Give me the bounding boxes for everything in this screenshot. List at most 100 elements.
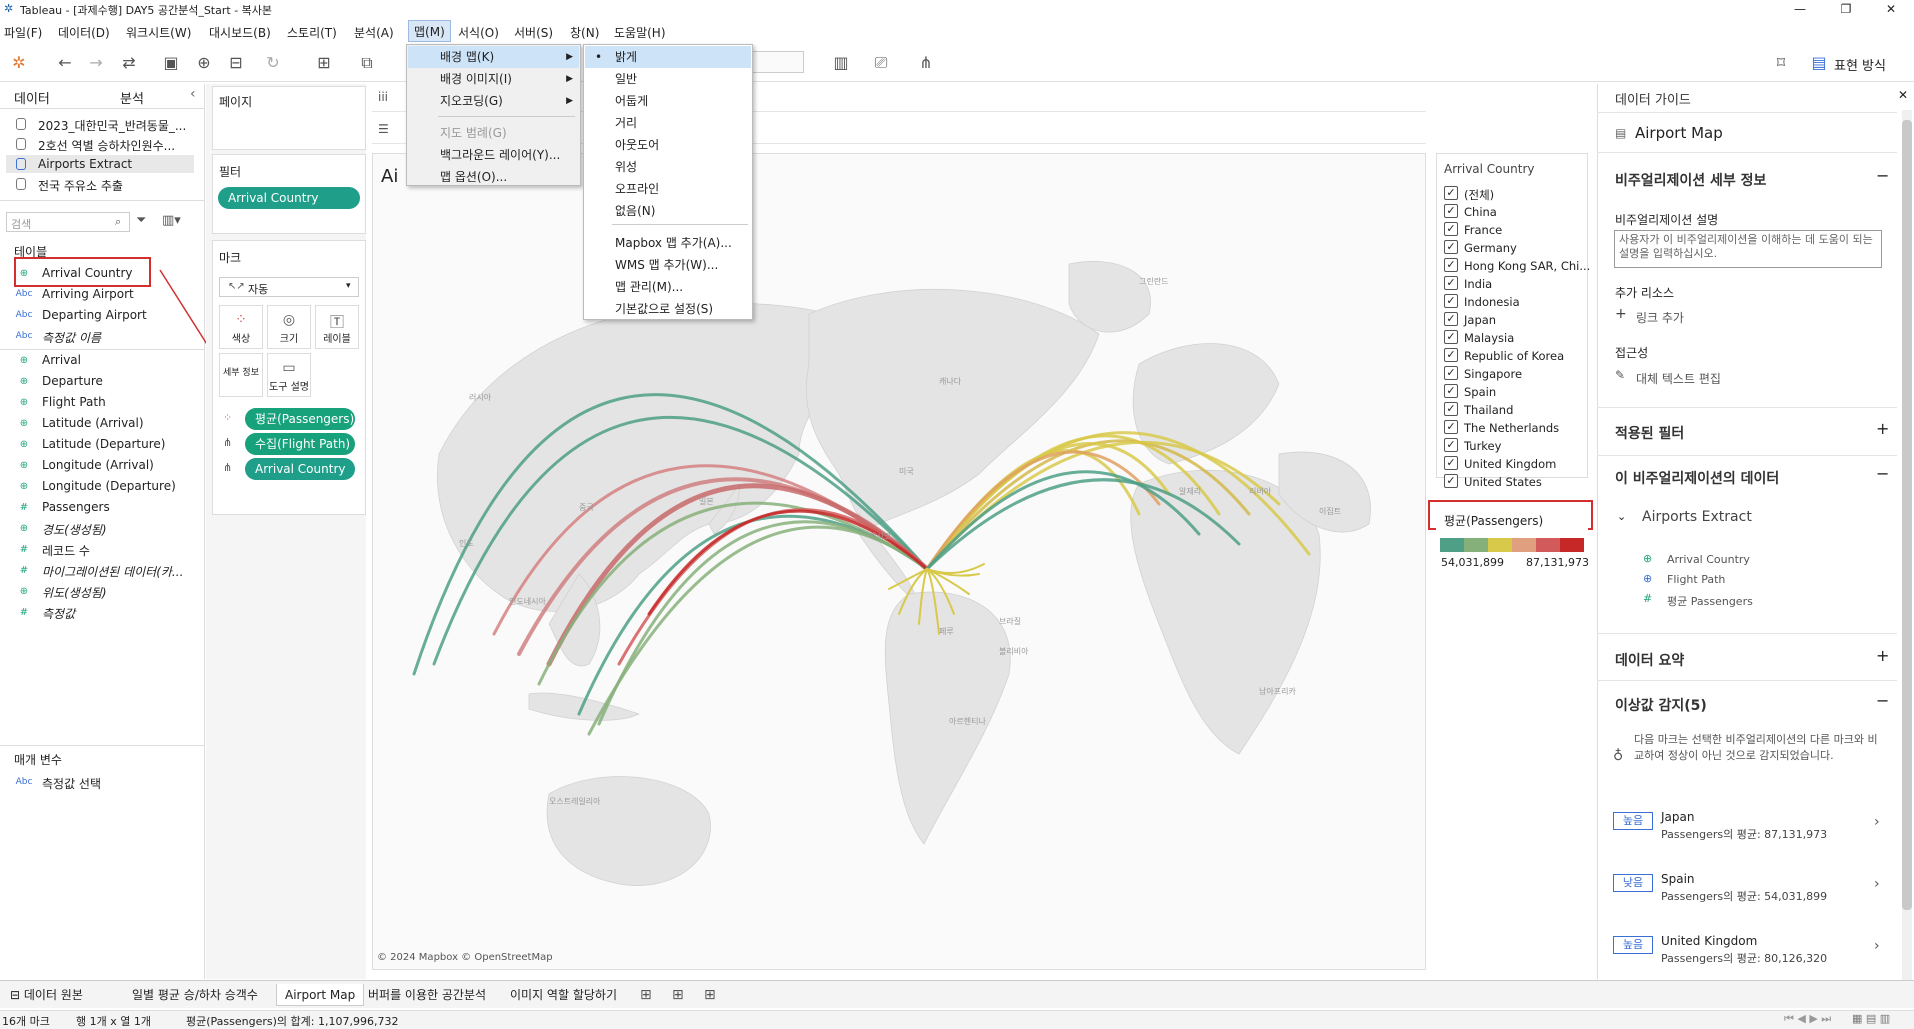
new-worksheet-icon[interactable]: ⊞: [640, 987, 652, 1003]
menu-server[interactable]: 서버(S): [514, 24, 553, 41]
filter-item[interactable]: France: [1464, 223, 1502, 237]
label-button[interactable]: 🅃 레이블: [315, 305, 359, 349]
field-item[interactable]: Departure: [42, 374, 103, 388]
close-window-button[interactable]: ✕: [1868, 0, 1914, 18]
outlier-name[interactable]: United Kingdom: [1661, 934, 1757, 948]
checkbox[interactable]: ✓: [1444, 258, 1458, 272]
flight-path[interactable]: [926, 563, 985, 574]
checkbox[interactable]: ✓: [1444, 240, 1458, 254]
checkbox[interactable]: ✓: [1444, 312, 1458, 326]
checkbox[interactable]: ✓: [1444, 402, 1458, 416]
pill-flight-path[interactable]: 수집(Flight Path): [245, 433, 355, 455]
collapse-outliers-icon[interactable]: −: [1876, 691, 1889, 710]
checkbox[interactable]: ✓: [1444, 222, 1458, 236]
menu-story[interactable]: 스토리(T): [287, 24, 337, 41]
bgmap-item[interactable]: 오프라인: [585, 178, 751, 200]
pages-shelf[interactable]: 페이지: [212, 86, 366, 150]
close-guide-icon[interactable]: ✕: [1898, 88, 1908, 102]
collapse-details-icon[interactable]: −: [1876, 166, 1889, 185]
map-menu-item[interactable]: 배경 이미지(I) ▶: [408, 68, 579, 90]
save-icon[interactable]: ▣: [160, 52, 182, 74]
duplicate-sheet-icon[interactable]: ⧉: [356, 52, 378, 74]
view-mode-icon[interactable]: ▦ ▤ ▥: [1852, 1012, 1890, 1025]
minimize-button[interactable]: —: [1777, 0, 1823, 18]
filter-item[interactable]: Turkey: [1464, 439, 1501, 453]
filters-shelf[interactable]: 필터 Arrival Country: [212, 154, 366, 234]
chevron-right-icon[interactable]: ›: [1874, 814, 1880, 830]
add-link-button[interactable]: 링크 추가: [1636, 309, 1684, 326]
bgmap-item[interactable]: 일반: [585, 68, 751, 90]
menu-window[interactable]: 창(N): [570, 24, 599, 41]
tableau-home-icon[interactable]: ✲: [8, 52, 30, 74]
map-view[interactable]: Ai 러시아 중국 인도 인도네시아 일본 미국 캐나다 멕시코 브라질 볼리비아 페루 아르헨티나 오…: [372, 153, 1426, 970]
field-item[interactable]: 측정값: [42, 605, 75, 622]
map-menu-item[interactable]: 백그라운드 레이어(Y)...: [408, 144, 579, 166]
sheet-nav-icon[interactable]: ⏮ ◀ ▶ ⏭: [1784, 1012, 1831, 1026]
menu-dashboard[interactable]: 대시보드(B): [209, 24, 271, 41]
filter-item[interactable]: Spain: [1464, 385, 1496, 399]
filter-item[interactable]: China: [1464, 205, 1497, 219]
bgmap-item[interactable]: 기본값으로 설정(S): [585, 298, 751, 320]
filter-item[interactable]: Malaysia: [1464, 331, 1514, 345]
tab-sheet[interactable]: 이미지 역할 할당하기: [502, 984, 625, 1006]
field-item[interactable]: 레코드 수: [42, 542, 90, 559]
mark-type-dropdown[interactable]: ↖↗ 자동 ▾: [219, 277, 359, 297]
field-item[interactable]: Latitude (Departure): [42, 437, 165, 451]
filter-item[interactable]: Germany: [1464, 241, 1517, 255]
filter-item[interactable]: United Kingdom: [1464, 457, 1556, 471]
menu-map[interactable]: 맵(M): [408, 20, 451, 42]
datasource-item[interactable]: 2호선 역별 승하차인원수...: [38, 137, 175, 154]
field-item[interactable]: Arrival Country: [42, 266, 132, 280]
filter-item[interactable]: Hong Kong SAR, Chi...: [1464, 259, 1590, 273]
checkbox[interactable]: ✓: [1444, 276, 1458, 290]
checkbox[interactable]: ✓: [1444, 294, 1458, 308]
checkbox[interactable]: ✓: [1444, 384, 1458, 398]
menu-help[interactable]: 도움말(H): [614, 24, 666, 41]
search-field[interactable]: 검색 ⌕: [6, 212, 130, 232]
checkbox[interactable]: ✓: [1444, 366, 1458, 380]
filter-item[interactable]: Singapore: [1464, 367, 1522, 381]
bgmap-item[interactable]: Mapbox 맵 추가(A)...: [585, 232, 751, 254]
filter-pill-arrival-country[interactable]: Arrival Country: [218, 187, 360, 209]
tab-data[interactable]: 데이터: [14, 88, 50, 107]
alt-text-button[interactable]: 대체 텍스트 편집: [1636, 370, 1721, 387]
new-story-icon[interactable]: ⊞: [704, 987, 716, 1003]
bgmap-item[interactable]: WMS 맵 추가(W)...: [585, 254, 751, 276]
chevron-right-icon[interactable]: ›: [1874, 876, 1880, 892]
tooltip-button[interactable]: ▭ 도구 설명: [267, 353, 311, 397]
datasource-item-active[interactable]: Airports Extract: [38, 157, 132, 171]
maximize-button[interactable]: ❐: [1823, 0, 1869, 18]
menu-worksheet[interactable]: 워크시트(W): [126, 24, 191, 41]
menu-file[interactable]: 파일(F): [4, 24, 42, 41]
replay-icon[interactable]: ⇄: [118, 52, 140, 74]
filter-item[interactable]: Japan: [1464, 313, 1496, 327]
new-datasource-icon[interactable]: ⊕: [193, 52, 215, 74]
pause-update-icon[interactable]: ⊟: [225, 52, 247, 74]
show-me-button[interactable]: 표현 방식: [1834, 55, 1886, 74]
outlier-name[interactable]: Spain: [1661, 872, 1695, 886]
pill-arrival-country[interactable]: Arrival Country: [245, 458, 355, 480]
new-dashboard-icon[interactable]: ⊞: [672, 987, 684, 1003]
collapse-data-icon[interactable]: −: [1876, 464, 1889, 483]
field-item[interactable]: Longitude (Arrival): [42, 458, 154, 472]
filter-item[interactable]: Thailand: [1464, 403, 1513, 417]
checkbox[interactable]: ✓: [1444, 186, 1458, 200]
filter-item[interactable]: India: [1464, 277, 1492, 291]
bgmap-item[interactable]: 위성: [585, 156, 751, 178]
pill-avg-passengers[interactable]: 평균(Passengers): [245, 408, 355, 430]
filter-item[interactable]: The Netherlands: [1464, 421, 1559, 435]
expand-summary-icon[interactable]: +: [1876, 646, 1889, 665]
menu-data[interactable]: 데이터(D): [58, 24, 110, 41]
guide-scrollbar[interactable]: [1902, 110, 1912, 980]
view-options-icon[interactable]: ▥▾: [162, 213, 181, 228]
tab-sheet-active[interactable]: Airport Map: [276, 984, 365, 1006]
filter-item[interactable]: (전체): [1464, 187, 1494, 203]
redo-icon[interactable]: →: [85, 52, 107, 74]
color-button[interactable]: ⁘ 색상: [219, 305, 263, 349]
map-menu-item[interactable]: 지오코딩(G) ▶: [408, 90, 579, 112]
checkbox[interactable]: ✓: [1444, 456, 1458, 470]
collapse-pane-icon[interactable]: ‹: [190, 86, 196, 102]
chart-options-icon[interactable]: ▥: [830, 52, 852, 74]
filter-icon[interactable]: ⏷: [136, 213, 146, 228]
undo-icon[interactable]: ←: [54, 52, 76, 74]
